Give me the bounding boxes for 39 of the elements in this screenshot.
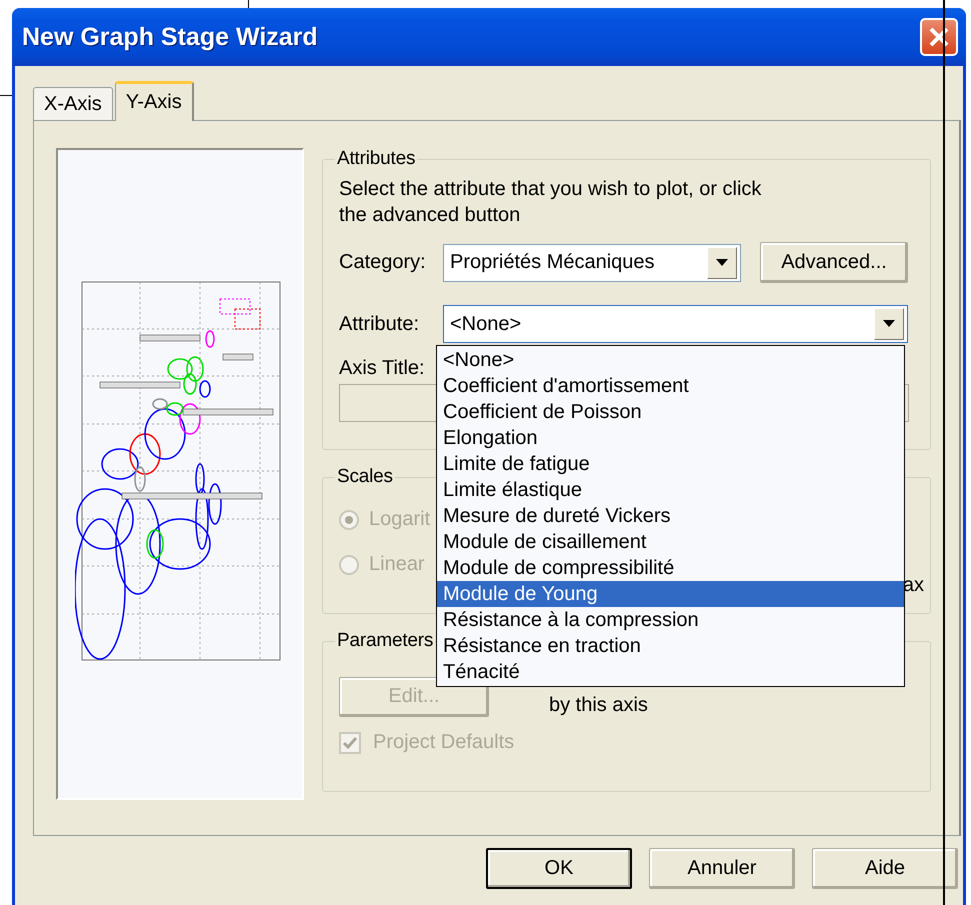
dropdown-option[interactable]: Ténacité — [437, 659, 904, 685]
dropdown-option[interactable]: Limite de fatigue — [437, 451, 904, 477]
dropdown-option[interactable]: Elongation — [437, 425, 904, 451]
radio-label: Linear — [369, 553, 425, 576]
dropdown-option[interactable]: Coefficient de Poisson — [437, 399, 904, 425]
advanced-button[interactable]: Advanced... — [760, 242, 908, 283]
dropdown-option[interactable]: Résistance à la compression — [437, 607, 904, 633]
group-title: Parameters — [336, 630, 434, 652]
category-dropdown[interactable]: Propriétés Mécaniques — [443, 244, 741, 282]
dropdown-arrow-icon — [883, 320, 895, 328]
close-icon — [928, 26, 950, 48]
dialog-button[interactable]: Annuler — [649, 848, 795, 889]
checkbox-label: Project Defaults — [373, 731, 514, 754]
attribute-dropdown[interactable]: <None> — [443, 305, 908, 343]
close-button[interactable] — [920, 18, 958, 56]
dropdown-option[interactable]: Coefficient d'amortissement — [437, 373, 904, 399]
dialog-button[interactable]: Aide — [812, 848, 958, 889]
group-title: Scales — [336, 466, 394, 488]
group-title: Attributes — [336, 148, 416, 170]
parameters-note: by this axis — [549, 694, 648, 717]
window-title: New Graph Stage Wizard — [22, 22, 318, 52]
dropdown-option[interactable]: Module de Young — [437, 581, 904, 607]
dropdown-option[interactable]: Module de compressibilité — [437, 555, 904, 581]
category-label: Category: — [339, 251, 427, 274]
tab[interactable]: X-Axis — [33, 87, 113, 121]
dialog-button[interactable]: OK — [486, 848, 632, 889]
radio-label: Logarit — [369, 508, 430, 531]
dropdown-option[interactable]: Limite élastique — [437, 477, 904, 503]
instruction-text: the advanced button — [339, 203, 522, 228]
tab[interactable]: Y-Axis — [114, 81, 194, 121]
dropdown-option[interactable]: Mesure de dureté Vickers — [437, 503, 904, 529]
dropdown-arrow-icon — [716, 258, 728, 266]
axis-title-label: Axis Title: — [339, 357, 426, 380]
dropdown-option[interactable]: <None> — [437, 347, 904, 373]
dropdown-option[interactable]: Module de cisaillement — [437, 529, 904, 555]
attribute-label: Attribute: — [339, 312, 420, 336]
check-icon — [343, 736, 357, 748]
dropdown-option[interactable]: Résistance en traction — [437, 633, 904, 659]
instruction-text: Select the attribute that you wish to plot, or click — [339, 177, 762, 202]
